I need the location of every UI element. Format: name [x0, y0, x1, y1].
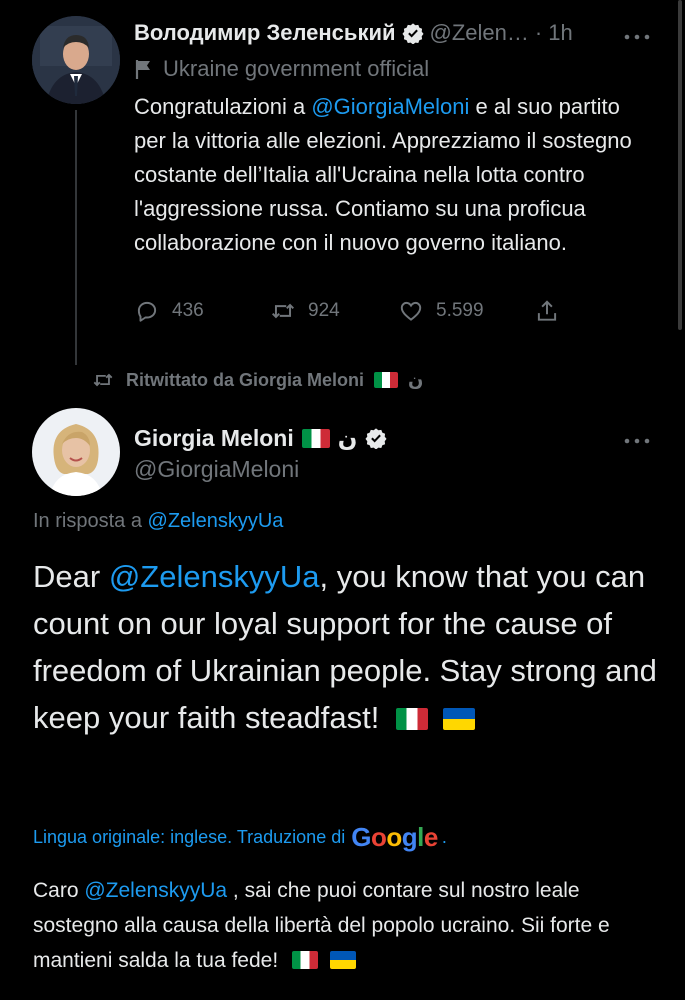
- italy-flag-icon: [374, 372, 398, 388]
- thread-line: [75, 110, 77, 365]
- google-letter: o: [370, 821, 387, 852]
- government-label: Ukraine government official: [134, 55, 429, 83]
- tweet-text: Dear @ZelenskyyUa, you know that you can…: [33, 553, 663, 741]
- retweet-icon: [93, 373, 113, 387]
- tweet-text: Congratulazioni a @GiorgiaMeloni e al su…: [134, 90, 654, 260]
- google-letter: e: [423, 821, 438, 852]
- author-name[interactable]: Володимир Зеленський: [134, 20, 396, 46]
- more-button[interactable]: [623, 432, 651, 450]
- google-letter: o: [386, 821, 402, 852]
- translation-label[interactable]: Lingua originale: inglese. Traduzione di: [33, 827, 345, 848]
- tweet-text-start: Congratulazioni a: [134, 94, 312, 119]
- government-label-text: Ukraine government official: [163, 56, 430, 81]
- government-flag-icon: [135, 60, 150, 79]
- translated-text: Caro @ZelenskyyUa , sai che puoi contare…: [33, 873, 653, 978]
- italy-flag-icon: [301, 428, 330, 448]
- italy-flag-icon: [396, 708, 428, 730]
- scrollbar[interactable]: [678, 0, 682, 330]
- avatar-meloni-image: [32, 408, 120, 496]
- author-name[interactable]: Giorgia Meloni: [134, 425, 294, 452]
- avatar-meloni[interactable]: [32, 408, 120, 496]
- verified-badge-icon: [365, 428, 387, 449]
- author-handle[interactable]: @Zelen…: [430, 20, 529, 46]
- like-button[interactable]: 5.599: [398, 298, 484, 324]
- translated-mention-link[interactable]: @ZelenskyyUa: [84, 879, 227, 902]
- retweet-banner[interactable]: Ritwittato da Giorgia Meloni ن: [90, 366, 423, 394]
- translation-attribution[interactable]: Lingua originale: inglese. Traduzione di…: [33, 820, 447, 854]
- retweet-icon: [272, 303, 294, 319]
- mention-link[interactable]: @GiorgiaMeloni: [311, 94, 469, 119]
- google-letter: G: [351, 821, 371, 852]
- reply-button[interactable]: 436: [134, 298, 204, 324]
- retweet-banner-symbol: ن: [408, 369, 424, 390]
- ukraine-flag-icon: [442, 708, 475, 730]
- ukraine-flag-icon: [329, 951, 356, 969]
- author-handle[interactable]: @GiorgiaMeloni: [134, 456, 299, 483]
- reply-context: In risposta a @ZelenskyyUa: [33, 510, 283, 533]
- retweet-banner-text: Ritwittato da Giorgia Meloni: [126, 369, 364, 390]
- reply-icon: [137, 301, 157, 322]
- translated-text-start: Caro: [33, 879, 85, 902]
- mention-link[interactable]: @ZelenskyyUa: [109, 559, 320, 594]
- italy-flag-icon: [292, 951, 319, 969]
- google-letter: g: [401, 821, 418, 852]
- retweet-count: 924: [308, 300, 340, 321]
- more-button[interactable]: [623, 28, 651, 46]
- more-icon: [624, 34, 650, 40]
- tweet2-header-name: Giorgia Meloni ن: [134, 422, 387, 454]
- tweet-time[interactable]: 1h: [548, 20, 572, 46]
- avatar-zelensky[interactable]: [32, 16, 120, 104]
- tweet-header: Володимир Зеленський @Zelen… · 1h: [134, 16, 654, 50]
- like-count: 5.599: [436, 300, 484, 321]
- time-separator: ·: [534, 20, 543, 45]
- share-button[interactable]: [534, 298, 560, 324]
- verified-badge-icon: [401, 23, 424, 44]
- tweet-actions: 436 924 5.599: [134, 298, 564, 328]
- google-logo: Google: [351, 822, 438, 853]
- retweet-button[interactable]: 924: [270, 298, 340, 324]
- google-letter: l: [417, 821, 424, 852]
- reply-to-link[interactable]: @ZelenskyyUa: [148, 510, 284, 532]
- translation-dot: .: [441, 826, 447, 847]
- more-icon: [624, 438, 650, 444]
- avatar-zelensky-image: [32, 16, 120, 104]
- reply-prefix: In risposta a: [33, 510, 148, 532]
- author-symbol: ن: [337, 424, 358, 451]
- like-icon: [400, 301, 422, 321]
- reply-count: 436: [172, 300, 204, 321]
- tweet-text-start: Dear: [33, 559, 109, 594]
- share-icon: [537, 300, 557, 321]
